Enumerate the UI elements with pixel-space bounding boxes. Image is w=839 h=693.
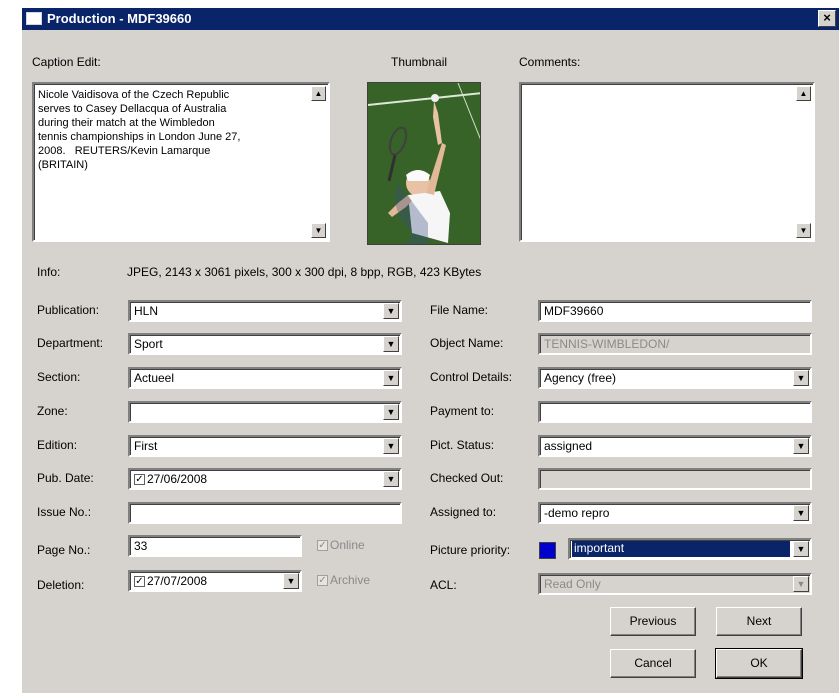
chevron-down-icon[interactable]: ▼ [283,573,299,589]
deletion-label: Deletion: [37,578,85,592]
caption-label: Caption Edit: [32,55,101,69]
acl-label: ACL: [430,578,457,592]
publication-label: Publication: [37,303,100,317]
checked-out-input [538,468,812,490]
page-no-label: Page No.: [37,543,91,557]
chevron-down-icon[interactable]: ▼ [793,438,809,454]
page-no-value: 33 [134,539,148,553]
chevron-down-icon[interactable]: ▼ [383,438,399,454]
info-label: Info: [37,265,61,279]
previous-button[interactable]: Previous [610,607,696,636]
next-button[interactable]: Next [716,607,802,636]
acl-dropdown: Read Only ▼ [538,573,812,595]
payment-to-input[interactable] [538,401,812,423]
chevron-down-icon[interactable]: ▼ [383,336,399,352]
pict-status-value: assigned [544,439,593,453]
pict-status-label: Pict. Status: [430,438,495,452]
checked-out-label: Checked Out: [430,471,504,485]
deletion-value: 27/07/2008 [147,574,208,588]
pub-date-picker[interactable]: ✓ 27/06/2008 ▼ [128,468,402,490]
priority-color-swatch[interactable] [539,542,556,559]
chevron-down-icon[interactable]: ▼ [383,370,399,386]
window-title: Production - MDF39660 [47,11,192,26]
section-label: Section: [37,370,81,384]
control-details-label: Control Details: [430,370,513,384]
chevron-down-icon[interactable]: ▼ [383,471,399,487]
deletion-checkbox[interactable]: ✓ [134,576,145,588]
zone-dropdown[interactable]: ▼ [128,401,402,423]
file-name-input[interactable]: MDF39660 [538,300,812,322]
edition-dropdown[interactable]: First ▼ [128,435,402,457]
chevron-down-icon[interactable]: ▼ [383,404,399,420]
control-details-value: Agency (free) [544,371,617,385]
issue-no-input[interactable] [128,502,402,524]
object-name-label: Object Name: [430,336,504,350]
chevron-down-icon: ▼ [793,576,809,592]
payment-to-label: Payment to: [430,404,495,418]
picture-priority-value: important [572,541,790,557]
picture-priority-label: Picture priority: [430,543,511,557]
pub-date-label: Pub. Date: [37,471,94,485]
chevron-down-icon[interactable]: ▼ [793,505,809,521]
title-bar: Production - MDF39660 × [22,8,839,30]
comments-textarea[interactable]: ▲ ▼ [519,82,815,242]
archive-checkbox-group[interactable]: ✓ Archive [317,573,370,587]
comments-label: Comments: [519,55,581,69]
department-value: Sport [134,337,163,351]
picture-priority-dropdown[interactable]: important ▼ [568,538,812,560]
tennis-player-photo [368,83,480,244]
chevron-down-icon[interactable]: ▼ [793,541,809,557]
deletion-date-picker[interactable]: ✓ 27/07/2008 ▼ [128,570,302,592]
publication-dropdown[interactable]: HLN ▼ [128,300,402,322]
pub-date-value: 27/06/2008 [147,472,208,486]
production-dialog: Production - MDF39660 × Caption Edit: Ni… [22,8,839,693]
department-label: Department: [37,336,104,350]
object-name-input: TENNIS-WIMBLEDON/ [538,333,812,355]
caption-scroll-down-button[interactable]: ▼ [311,223,326,238]
chevron-down-icon[interactable]: ▼ [383,303,399,319]
thumbnail-image [367,82,481,245]
chevron-down-icon[interactable]: ▼ [793,370,809,386]
online-label: Online [330,538,365,552]
assigned-to-dropdown[interactable]: -demo repro ▼ [538,502,812,524]
cancel-button[interactable]: Cancel [610,649,696,678]
ok-button[interactable]: OK [715,648,803,679]
window-icon [26,12,42,25]
archive-checkbox[interactable]: ✓ [317,575,328,587]
file-name-label: File Name: [430,303,489,317]
caption-textarea[interactable]: Nicole Vaidisova of the Czech Republic s… [32,82,330,242]
pub-date-checkbox[interactable]: ✓ [134,474,145,486]
control-details-dropdown[interactable]: Agency (free) ▼ [538,367,812,389]
comments-scroll-down-button[interactable]: ▼ [796,223,811,238]
caption-scroll-up-button[interactable]: ▲ [311,86,326,101]
section-dropdown[interactable]: Actueel ▼ [128,367,402,389]
edition-value: First [134,439,158,453]
issue-no-label: Issue No.: [37,505,92,519]
pict-status-dropdown[interactable]: assigned ▼ [538,435,812,457]
publication-value: HLN [134,304,159,318]
close-button[interactable]: × [818,10,836,27]
comments-scroll-up-button[interactable]: ▲ [796,86,811,101]
object-name-value: TENNIS-WIMBLEDON/ [544,337,670,351]
online-checkbox-group[interactable]: ✓ Online [317,538,365,552]
edition-label: Edition: [37,438,78,452]
section-value: Actueel [134,371,175,385]
caption-text: Nicole Vaidisova of the Czech Republic s… [38,89,241,171]
department-dropdown[interactable]: Sport ▼ [128,333,402,355]
zone-label: Zone: [37,404,68,418]
thumbnail-label: Thumbnail [391,55,448,69]
archive-label: Archive [330,573,371,587]
assigned-to-label: Assigned to: [430,505,497,519]
page-no-input[interactable]: 33 [128,535,302,557]
info-value: JPEG, 2143 x 3061 pixels, 300 x 300 dpi,… [127,265,482,279]
online-checkbox[interactable]: ✓ [317,540,328,552]
file-name-value: MDF39660 [544,304,604,318]
acl-value: Read Only [544,577,601,591]
assigned-to-value: -demo repro [544,506,610,520]
